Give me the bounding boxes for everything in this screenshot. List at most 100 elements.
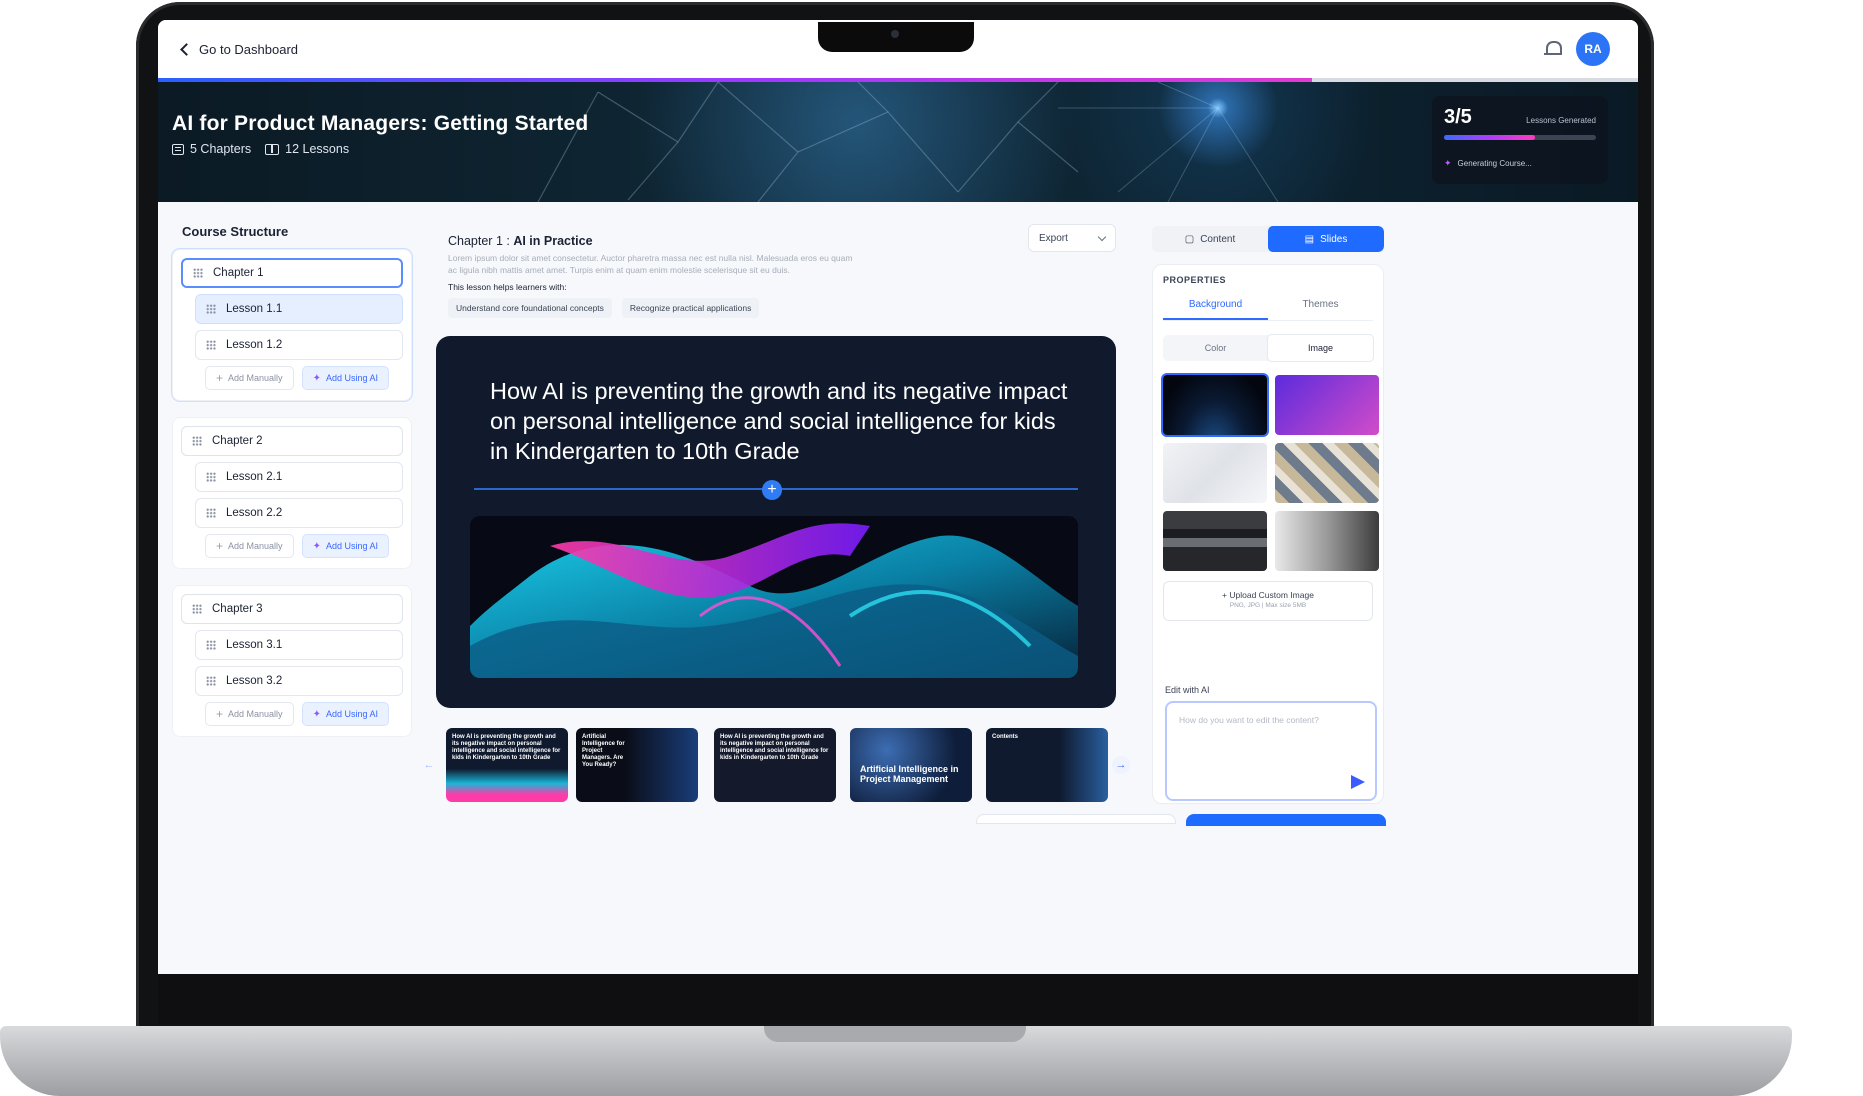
lesson-label: Lesson 3.2: [226, 675, 283, 687]
background-option-gradient[interactable]: [1275, 375, 1379, 435]
add-manually-label: Add Manually: [228, 373, 283, 383]
secondary-action-button[interactable]: [976, 814, 1176, 824]
chapter-item[interactable]: Chapter 2: [181, 426, 403, 456]
chapter-label: Chapter 1: [213, 267, 264, 279]
export-dropdown[interactable]: Export: [1028, 224, 1116, 252]
add-manually-button[interactable]: + Add Manually: [205, 534, 294, 558]
chapter-name: AI in Practice: [513, 234, 593, 248]
opening-groove: [764, 1026, 1026, 1042]
generation-label: Lessons Generated: [1526, 116, 1596, 125]
arrow-right-icon[interactable]: →: [1112, 756, 1130, 774]
go-to-dashboard-link[interactable]: Go to Dashboard: [180, 41, 299, 57]
slide-canvas[interactable]: How AI is preventing the growth and its …: [436, 336, 1116, 708]
chapter-card: Chapter 2 Lesson 2.1 Lesson 2.2 + Add Man…: [172, 417, 412, 569]
laptop-base: [0, 1026, 1792, 1096]
slide-title[interactable]: How AI is preventing the growth and its …: [490, 376, 1080, 466]
thumbnail-text: Contents: [992, 734, 1018, 740]
chapter-item[interactable]: Chapter 1: [181, 258, 403, 288]
lessons-count: 12 Lessons: [265, 142, 349, 156]
add-using-ai-button[interactable]: ✦ Add Using AI: [301, 534, 389, 558]
drag-handle-icon[interactable]: [206, 640, 216, 650]
drag-handle-icon[interactable]: [192, 604, 202, 614]
course-structure-title: Course Structure: [182, 224, 289, 239]
slide-thumbnails: ← How AI is preventing the growth and it…: [424, 728, 1130, 804]
lesson-item[interactable]: Lesson 1.2: [195, 330, 403, 360]
hero-background-art: [537, 82, 1279, 202]
tab-slides[interactable]: ▤ Slides: [1268, 226, 1384, 252]
lesson-item[interactable]: Lesson 2.2: [195, 498, 403, 528]
lesson-item[interactable]: Lesson 1.1: [195, 294, 403, 324]
course-hero: AI for Product Managers: Getting Started…: [158, 82, 1638, 202]
image-toggle[interactable]: Image: [1268, 335, 1373, 361]
sparkle-icon: ✦: [1444, 158, 1452, 168]
tab-slides-label: Slides: [1320, 233, 1348, 245]
tab-themes[interactable]: Themes: [1268, 299, 1373, 320]
slides-icon: ▤: [1304, 233, 1315, 245]
send-icon[interactable]: [1351, 775, 1365, 789]
slide-thumbnail[interactable]: Artificial Intelligence for Project Mana…: [576, 728, 698, 802]
background-image-grid: [1163, 375, 1379, 571]
add-manually-label: Add Manually: [228, 541, 283, 551]
avatar[interactable]: RA: [1576, 32, 1610, 66]
drag-handle-icon[interactable]: [192, 436, 202, 446]
background-option-workspace[interactable]: [1275, 443, 1379, 503]
camera-notch: [818, 22, 974, 52]
chapter-card: Chapter 3 Lesson 3.1 Lesson 3.2 + Add Man…: [172, 585, 412, 737]
thumbnail-text: Artificial Intelligence for Project Mana…: [582, 734, 625, 768]
back-label: Go to Dashboard: [199, 41, 299, 57]
slide-thumbnail[interactable]: Contents: [986, 728, 1108, 802]
thumbnail-text: How AI is preventing the growth and its …: [452, 734, 561, 761]
bell-icon[interactable]: [1544, 40, 1562, 58]
color-toggle[interactable]: Color: [1163, 335, 1268, 361]
chapter-card: Chapter 1 Lesson 1.1 Lesson 1.2 + Add Man…: [172, 249, 412, 401]
edit-with-ai-input[interactable]: [1167, 703, 1375, 799]
lesson-item[interactable]: Lesson 2.1: [195, 462, 403, 492]
course-title: AI for Product Managers: Getting Started: [172, 112, 589, 135]
tab-content[interactable]: ▢ Content: [1152, 226, 1268, 252]
lesson-label: Lesson 1.1: [226, 303, 283, 315]
add-manually-button[interactable]: + Add Manually: [205, 702, 294, 726]
drag-handle-icon[interactable]: [206, 472, 216, 482]
chapter-item[interactable]: Chapter 3: [181, 594, 403, 624]
chapter-heading: Chapter 1 : AI in Practice: [448, 234, 593, 248]
chapters-count: 5 Chapters: [172, 142, 251, 156]
drag-handle-icon[interactable]: [193, 268, 203, 278]
background-option-office[interactable]: [1163, 511, 1267, 571]
book-icon: [265, 143, 280, 155]
drag-handle-icon[interactable]: [206, 304, 216, 314]
chevron-left-icon: [180, 42, 193, 56]
background-option-laptop[interactable]: [1275, 511, 1379, 571]
properties-panel: ▢ Content ▤ Slides PROPERTIES Background T…: [1152, 202, 1384, 804]
ai-sparkle-icon: ✦: [312, 540, 321, 552]
add-block-button[interactable]: +: [762, 480, 782, 500]
lesson-helps-label: This lesson helps learners with:: [448, 282, 567, 292]
slide-thumbnail[interactable]: How AI is preventing the growth and its …: [714, 728, 836, 802]
lesson-item[interactable]: Lesson 3.2: [195, 666, 403, 696]
learning-outcome-chip: Recognize practical applications: [621, 298, 760, 318]
thumbnail-text: Artificial Intelligence in Project Manag…: [860, 764, 959, 784]
lesson-item[interactable]: Lesson 3.1: [195, 630, 403, 660]
slide-thumbnail[interactable]: How AI is preventing the growth and its …: [446, 728, 568, 802]
background-option-earth[interactable]: [1163, 375, 1267, 435]
drag-handle-icon[interactable]: [206, 340, 216, 350]
course-structure-sidebar: Course Structure Chapter 1 Lesson 1.1 Le…: [172, 202, 412, 753]
tab-background[interactable]: Background: [1163, 299, 1268, 320]
slide-thumbnail[interactable]: Artificial Intelligence in Project Manag…: [850, 728, 972, 802]
arrow-left-icon[interactable]: ←: [420, 756, 438, 774]
chapters-icon: [172, 143, 184, 155]
drag-handle-icon[interactable]: [206, 508, 216, 518]
edit-with-ai-label: Edit with AI: [1165, 685, 1210, 695]
upload-custom-image-button[interactable]: + Upload Custom Image PNG, JPG | Max siz…: [1163, 581, 1373, 621]
primary-action-button[interactable]: [1186, 814, 1386, 826]
drag-handle-icon[interactable]: [206, 676, 216, 686]
add-manually-button[interactable]: + Add Manually: [205, 366, 294, 390]
background-option-white-waves[interactable]: [1163, 443, 1267, 503]
document-icon: ▢: [1184, 233, 1195, 245]
slide-image[interactable]: [470, 516, 1078, 678]
add-using-ai-button[interactable]: ✦ Add Using AI: [301, 366, 389, 390]
plus-icon: +: [216, 371, 224, 385]
upload-label: + Upload Custom Image: [1222, 590, 1314, 600]
ai-sparkle-icon: ✦: [312, 708, 321, 720]
add-using-ai-button[interactable]: ✦ Add Using AI: [301, 702, 389, 726]
plus-icon: +: [216, 539, 224, 553]
